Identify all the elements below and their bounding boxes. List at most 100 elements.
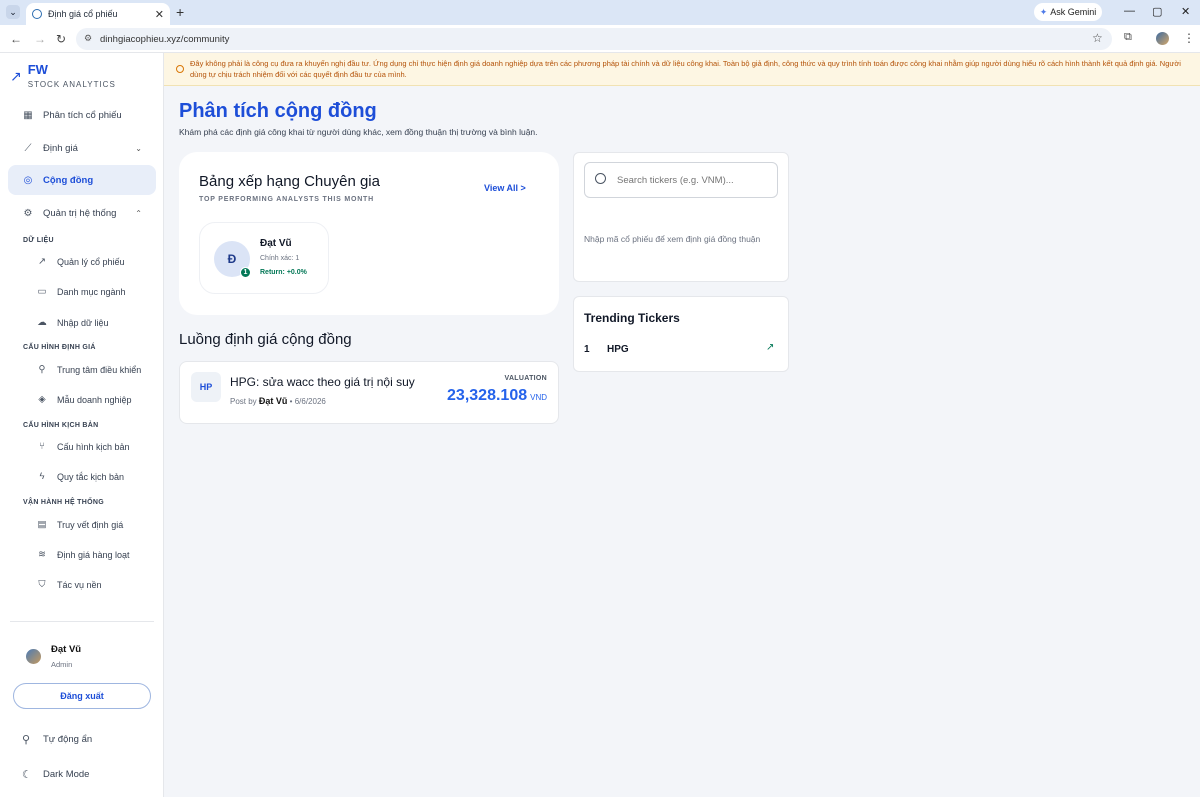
logout-button[interactable]: Đăng xuất <box>13 683 151 709</box>
minimize-icon[interactable]: — <box>1124 5 1135 17</box>
trend-up-icon: ↗ <box>10 68 22 84</box>
new-tab-icon[interactable]: + <box>176 4 184 20</box>
nav-label: Phân tích cổ phiếu <box>43 109 122 121</box>
autohide-toggle[interactable]: ⚲ Tự động ẩn <box>22 733 92 746</box>
app: ↗ FW STOCK ANALYTICS ▦ Phân tích cổ phiếu… <box>0 53 1200 797</box>
sidebar-item-trace[interactable]: ▤ Truy vết định giá <box>36 519 124 530</box>
sidebar-item-batch[interactable]: ≋ Định giá hàng loạt <box>36 549 130 560</box>
ticker-badge: HP <box>191 372 221 402</box>
stack-icon: ≋ <box>38 549 46 560</box>
search-input[interactable] <box>617 172 767 188</box>
folder-icon: ▭ <box>37 286 47 297</box>
browser-menu-icon[interactable]: ⋮ <box>1183 31 1195 45</box>
chevron-up-icon: ⌃ <box>135 208 142 218</box>
bookmark-star-icon[interactable]: ☆ <box>1092 31 1103 45</box>
profile-avatar[interactable] <box>1156 32 1169 45</box>
sub-label: Quản lý cổ phiếu <box>57 256 125 267</box>
chart-icon: ⟋ <box>24 142 32 154</box>
trend-up-icon: ↗ <box>766 342 775 353</box>
search-field[interactable] <box>584 162 778 198</box>
sidebar-item-templates[interactable]: ◈ Mẫu doanh nghiệp <box>36 394 132 405</box>
sidebar-item-import[interactable]: ☁ Nhập dữ liệu <box>36 317 109 328</box>
bolt-icon: ϟ <box>39 471 45 482</box>
feed-author: Đạt Vũ <box>258 396 288 406</box>
disclaimer-text: Đây không phải là công cụ đưa ra khuyến … <box>190 59 1181 79</box>
section-scenario: CẤU HÌNH KỊCH BẢN <box>23 422 99 429</box>
expert-card[interactable]: Đ 1 Đạt Vũ Chính xác: 1 Return: +0.0% <box>199 222 329 294</box>
nav-item-admin[interactable]: ⚙ Quản trị hệ thống ⌃ <box>8 198 156 228</box>
trending-symbol[interactable]: HPG <box>607 344 629 355</box>
user-name: Đạt Vũ <box>51 644 82 655</box>
tab-title: Định giá cổ phiếu <box>48 9 118 19</box>
extensions-icon[interactable]: ⧉ <box>1124 31 1132 44</box>
brand-subtitle: STOCK ANALYTICS <box>27 80 116 89</box>
tab-search-icon[interactable]: ⌄ <box>6 5 20 19</box>
search-hint: Nhập mã cổ phiếu để xem định giá đồng th… <box>584 234 761 244</box>
dark-mode-label: Dark Mode <box>43 769 90 780</box>
address-bar[interactable]: ⚙ dinhgiacophieu.xyz/community <box>76 28 1112 50</box>
settings-icon: ⚲ <box>38 364 46 375</box>
brand-logo[interactable]: ↗ FW STOCK ANALYTICS <box>10 62 116 89</box>
ticker-search-card: Nhập mã cổ phiếu để xem định giá đồng th… <box>573 152 789 282</box>
sidebar-item-stocks[interactable]: ↗ Quản lý cổ phiếu <box>36 256 125 267</box>
sidebar: ↗ FW STOCK ANALYTICS ▦ Phân tích cổ phiếu… <box>0 53 164 797</box>
shield-icon: ⛉ <box>38 579 46 590</box>
user-role: Admin <box>51 660 73 669</box>
browser-tab[interactable]: Định giá cổ phiếu ✕ <box>26 3 170 25</box>
sub-label: Tác vụ nền <box>57 579 102 590</box>
sidebar-item-jobs[interactable]: ⛉ Tác vụ nền <box>36 579 102 590</box>
section-ops: VẬN HÀNH HỆ THỐNG <box>23 499 104 506</box>
sidebar-item-rules[interactable]: ϟ Quy tắc kịch bản <box>36 471 124 482</box>
sliders-icon: ⚙ <box>23 207 33 219</box>
autohide-label: Tự động ẩn <box>43 734 93 745</box>
feed-date: • 6/6/2026 <box>289 397 326 406</box>
browser-tabbar: ⌄ Định giá cổ phiếu ✕ + ✦ Ask Gemini — ▢ … <box>0 0 1200 25</box>
url-text: dinhgiacophieu.xyz/community <box>100 33 230 45</box>
feed-item[interactable]: HP HPG: sửa wacc theo giá trị nội suy Po… <box>179 361 559 424</box>
leaderboard-card: Bảng xếp hạng Chuyên gia TOP PERFORMING … <box>179 152 559 315</box>
forward-icon[interactable]: → <box>34 32 46 46</box>
nav-label: Định giá <box>43 142 78 154</box>
brand-name: FW <box>27 62 48 77</box>
reload-icon[interactable]: ↻ <box>56 32 66 46</box>
maximize-icon[interactable]: ▢ <box>1152 5 1162 18</box>
sub-label: Định giá hàng loạt <box>57 549 130 560</box>
pin-icon: ⚲ <box>22 734 31 746</box>
clipboard-icon: ▤ <box>37 519 47 530</box>
site-favicon-icon <box>32 9 42 19</box>
sidebar-item-industries[interactable]: ▭ Danh mục ngành <box>36 286 126 297</box>
rank-badge: 1 <box>240 267 251 278</box>
leaderboard-subtitle: TOP PERFORMING ANALYSTS THIS MONTH <box>199 196 374 203</box>
trending-card: Trending Tickers 1 HPG ↗ <box>573 296 789 372</box>
dark-mode-toggle[interactable]: ☾ Dark Mode <box>22 768 89 781</box>
sidebar-item-scenario-config[interactable]: ⑂ Cấu hình kịch bản <box>36 441 129 452</box>
gemini-icon: ✦ <box>1039 6 1048 17</box>
nav-label: Cộng đồng <box>43 174 94 186</box>
nav-item-analysis[interactable]: ▦ Phân tích cổ phiếu <box>8 100 156 130</box>
moon-icon: ☾ <box>22 769 32 781</box>
avatar <box>26 649 41 664</box>
close-window-icon[interactable]: ✕ <box>1181 5 1190 18</box>
valuation-number: 23,328.108 <box>447 387 528 404</box>
sub-label: Nhập dữ liệu <box>57 317 109 328</box>
search-icon <box>595 173 606 184</box>
expert-name: Đạt Vũ <box>260 238 292 249</box>
page-title: Phân tích cộng đồng <box>179 100 377 122</box>
sidebar-item-control[interactable]: ⚲ Trung tâm điều khiển <box>36 364 142 375</box>
close-tab-icon[interactable]: ✕ <box>155 8 164 21</box>
view-all-link[interactable]: View All > <box>484 183 526 193</box>
valuation-label: VALUATION <box>504 375 547 382</box>
site-info-icon[interactable]: ⚙ <box>84 33 92 44</box>
sub-label: Truy vết định giá <box>57 519 124 530</box>
sub-label: Mẫu doanh nghiệp <box>57 394 132 405</box>
nav-item-valuation[interactable]: ⟋ Định giá ⌄ <box>8 133 156 163</box>
feed-item-meta: Post by Đạt Vũ • 6/6/2026 <box>230 396 326 406</box>
sidebar-divider <box>10 621 154 622</box>
nav-item-community[interactable]: ◎ Cộng đồng <box>8 165 156 195</box>
layers-icon: ◈ <box>38 394 46 405</box>
user-profile[interactable]: Đạt Vũ Admin <box>26 644 81 669</box>
leaderboard-title: Bảng xếp hạng Chuyên gia <box>199 173 380 190</box>
ask-gemini-button[interactable]: ✦ Ask Gemini <box>1034 3 1102 21</box>
back-icon[interactable]: ← <box>10 32 22 46</box>
sub-label: Danh mục ngành <box>57 286 126 297</box>
